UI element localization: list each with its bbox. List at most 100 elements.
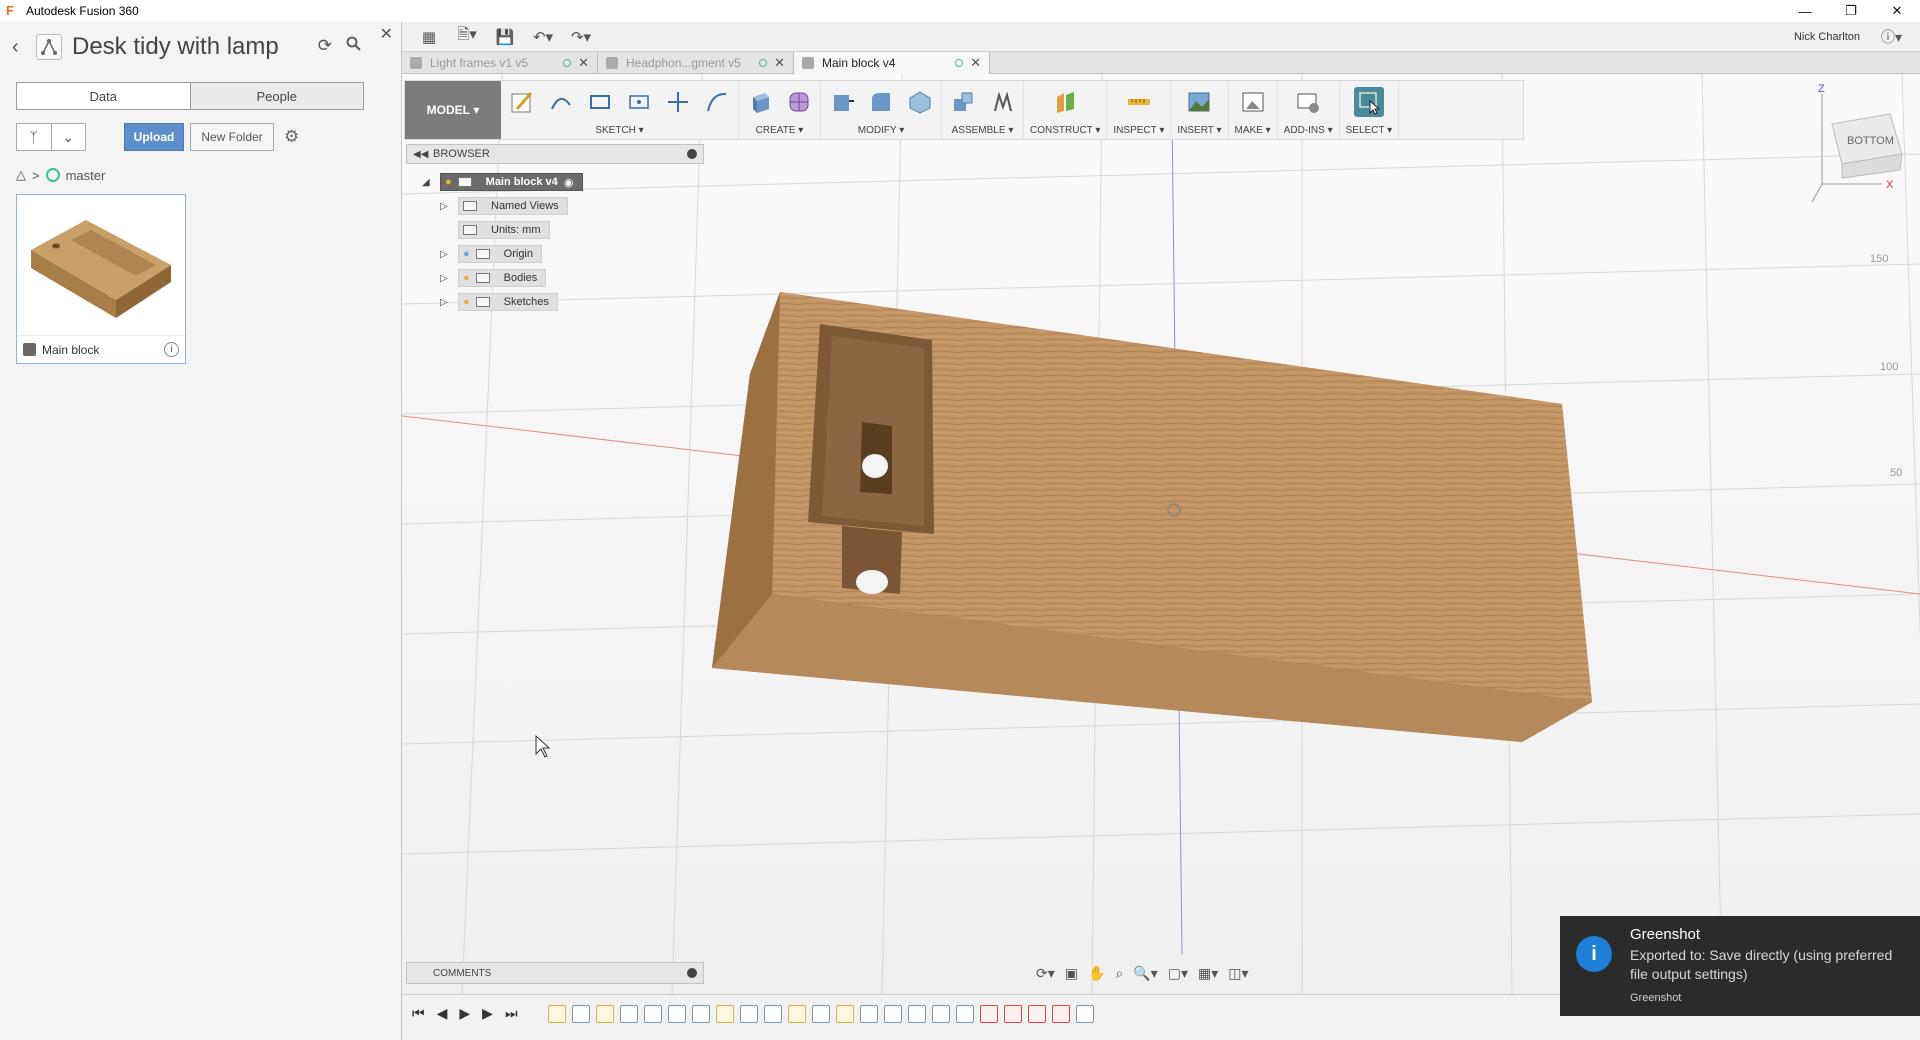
expand-triangle-icon[interactable]: ◢ (422, 177, 434, 188)
ribbon-group-select[interactable]: SELECT ▾ (1340, 81, 1400, 139)
expand-triangle-icon[interactable]: ▷ (440, 201, 452, 212)
refresh-icon[interactable]: ⟳ (318, 36, 332, 56)
scripts-addins-icon[interactable] (1293, 87, 1323, 117)
visibility-bulb-icon[interactable]: ● (463, 296, 470, 308)
timeline-sketch-feature[interactable] (788, 1005, 806, 1023)
expand-triangle-icon[interactable]: ▷ (440, 297, 452, 308)
chevron-down-icon[interactable]: ⌄ (52, 124, 86, 150)
ribbon-group-construct[interactable]: CONSTRUCT ▾ (1024, 81, 1108, 139)
timeline-error-feature[interactable] (1052, 1005, 1070, 1023)
center-rectangle-icon[interactable] (624, 87, 654, 117)
ribbon-label[interactable]: INSPECT ▾ (1113, 125, 1164, 136)
minimize-icon[interactable]: — (1782, 0, 1828, 22)
doc-tab-light-frames[interactable]: Light frames v1 v5 ✕ (402, 52, 598, 74)
zoom-icon[interactable]: ⌕ (1115, 965, 1123, 982)
viewcube-face-label[interactable]: BOTTOM (1847, 135, 1894, 147)
ribbon-label[interactable]: INSERT ▾ (1177, 125, 1221, 136)
timeline-extrude-feature[interactable] (572, 1005, 590, 1023)
main-block-body[interactable] (712, 292, 1592, 742)
branch-name[interactable]: master (66, 168, 106, 183)
timeline-sketch-feature[interactable] (548, 1005, 566, 1023)
grid-menu-icon[interactable]: ▦ (418, 28, 440, 46)
timeline-extrude-feature[interactable] (620, 1005, 638, 1023)
timeline-shell-feature[interactable] (1076, 1005, 1094, 1023)
close-window-icon[interactable]: ✕ (1874, 0, 1920, 22)
collapse-panel-icon[interactable]: ◀◀ (413, 149, 428, 160)
timeline-fillet-feature[interactable] (668, 1005, 686, 1023)
save-icon[interactable]: 💾 (494, 28, 516, 46)
tree-node-box[interactable]: ● Sketches (458, 293, 558, 311)
play-icon[interactable]: ▶ (459, 1005, 470, 1022)
canvas-viewport[interactable]: BOTTOM X Z 150 100 50 (402, 74, 1920, 994)
search-icon[interactable] (346, 36, 361, 56)
user-menu[interactable]: Nick Charlton (1794, 31, 1860, 43)
browser-root-node[interactable]: ◢ ● Main block v4 ◉ (422, 173, 583, 191)
expand-triangle-icon[interactable]: ▷ (440, 249, 452, 260)
shell-icon[interactable] (905, 87, 935, 117)
upload-button[interactable]: Upload (124, 123, 184, 151)
timeline-sketch-feature[interactable] (716, 1005, 734, 1023)
model-canvas[interactable]: BOTTOM X Z 150 100 50 (402, 74, 1920, 994)
comments-panel[interactable]: COMMENTS (406, 962, 704, 984)
branch-icon[interactable]: ᛉ (17, 124, 52, 150)
fit-icon[interactable]: 🔍▾ (1133, 965, 1157, 982)
notification-toast[interactable]: i Greenshot Exported to: Save directly (… (1560, 916, 1920, 1016)
tree-node-box[interactable]: Named Views (458, 197, 568, 215)
ribbon-group-make[interactable]: MAKE ▾ (1229, 81, 1278, 139)
new-folder-button[interactable]: New Folder (190, 123, 274, 151)
doc-tab-main-block[interactable]: Main block v4 ✕ (794, 52, 990, 74)
new-component-icon[interactable] (948, 87, 978, 117)
tree-node-origin[interactable]: ▷ ● Origin (440, 245, 542, 263)
doc-tab-headphone[interactable]: Headphon...gment v5 ✕ (598, 52, 794, 74)
pan-icon[interactable]: ✋ (1088, 965, 1105, 982)
ribbon-group-sketch[interactable]: SKETCH ▾ (501, 81, 739, 139)
tab-people[interactable]: People (190, 83, 363, 109)
joint-icon[interactable] (987, 87, 1017, 117)
workspace-switcher[interactable]: MODEL ▾ (405, 81, 501, 139)
tree-node-box[interactable]: ● Bodies (458, 269, 547, 287)
insert-image-icon[interactable] (1184, 87, 1214, 117)
timeline-error-feature[interactable] (980, 1005, 998, 1023)
close-panel-icon[interactable]: ✕ (380, 24, 393, 44)
look-at-icon[interactable]: ▣ (1065, 965, 1078, 982)
timeline-extrude-feature[interactable] (812, 1005, 830, 1023)
help-icon[interactable]: ⓘ▾ (1881, 27, 1902, 47)
redo-icon[interactable]: ↷▾ (570, 28, 592, 46)
back-arrow-icon[interactable]: ‹ (12, 36, 30, 59)
restore-icon[interactable]: ❐ (1828, 0, 1874, 22)
info-icon[interactable]: i (164, 342, 179, 357)
timeline-sketch-feature[interactable] (596, 1005, 614, 1023)
close-tab-icon[interactable]: ✕ (578, 55, 589, 71)
ribbon-label[interactable]: ASSEMBLE ▾ (952, 125, 1014, 136)
tree-node-sketches[interactable]: ▷ ● Sketches (440, 293, 558, 311)
rectangle-icon[interactable] (585, 87, 615, 117)
gear-icon[interactable]: ⚙ (284, 127, 299, 147)
branch-selector[interactable]: ᛉ ⌄ (16, 123, 86, 151)
offset-plane-icon[interactable] (1050, 87, 1080, 117)
timeline-fillet-feature[interactable] (956, 1005, 974, 1023)
tree-node-named-views[interactable]: ▷ Named Views (440, 197, 568, 215)
timeline-fillet-feature[interactable] (908, 1005, 926, 1023)
orbit-icon[interactable]: ⟳▾ (1036, 965, 1055, 982)
close-tab-icon[interactable]: ✕ (774, 55, 785, 71)
create-sketch-icon[interactable] (507, 87, 537, 117)
display-settings-icon[interactable]: ▢▾ (1168, 965, 1188, 982)
browser-panel-header[interactable]: ◀◀ BROWSER (406, 144, 704, 164)
timeline-sketch-feature[interactable] (836, 1005, 854, 1023)
timeline-extrude-feature[interactable] (860, 1005, 878, 1023)
ribbon-group-inspect[interactable]: INSPECT ▾ (1107, 81, 1172, 139)
ribbon-group-create[interactable]: CREATE ▾ (739, 81, 821, 139)
ribbon-group-modify[interactable]: MODIFY ▾ (821, 81, 942, 139)
press-pull-icon[interactable] (827, 87, 857, 117)
select-arrow-icon[interactable] (1353, 87, 1384, 117)
visibility-bulb-icon[interactable]: ● (445, 176, 452, 188)
file-menu-icon[interactable]: 🗎▾ (456, 26, 478, 46)
tree-node-box[interactable]: Units: mm (458, 221, 550, 239)
tree-node-box[interactable]: ● Origin (458, 245, 542, 263)
timeline-extrude-feature[interactable] (692, 1005, 710, 1023)
point-icon[interactable] (663, 87, 693, 117)
undo-icon[interactable]: ↶▾ (532, 28, 554, 46)
timeline-error-feature[interactable] (1004, 1005, 1022, 1023)
extrude-icon[interactable] (745, 87, 775, 117)
go-to-end-icon[interactable]: ⏭ (505, 1005, 518, 1022)
